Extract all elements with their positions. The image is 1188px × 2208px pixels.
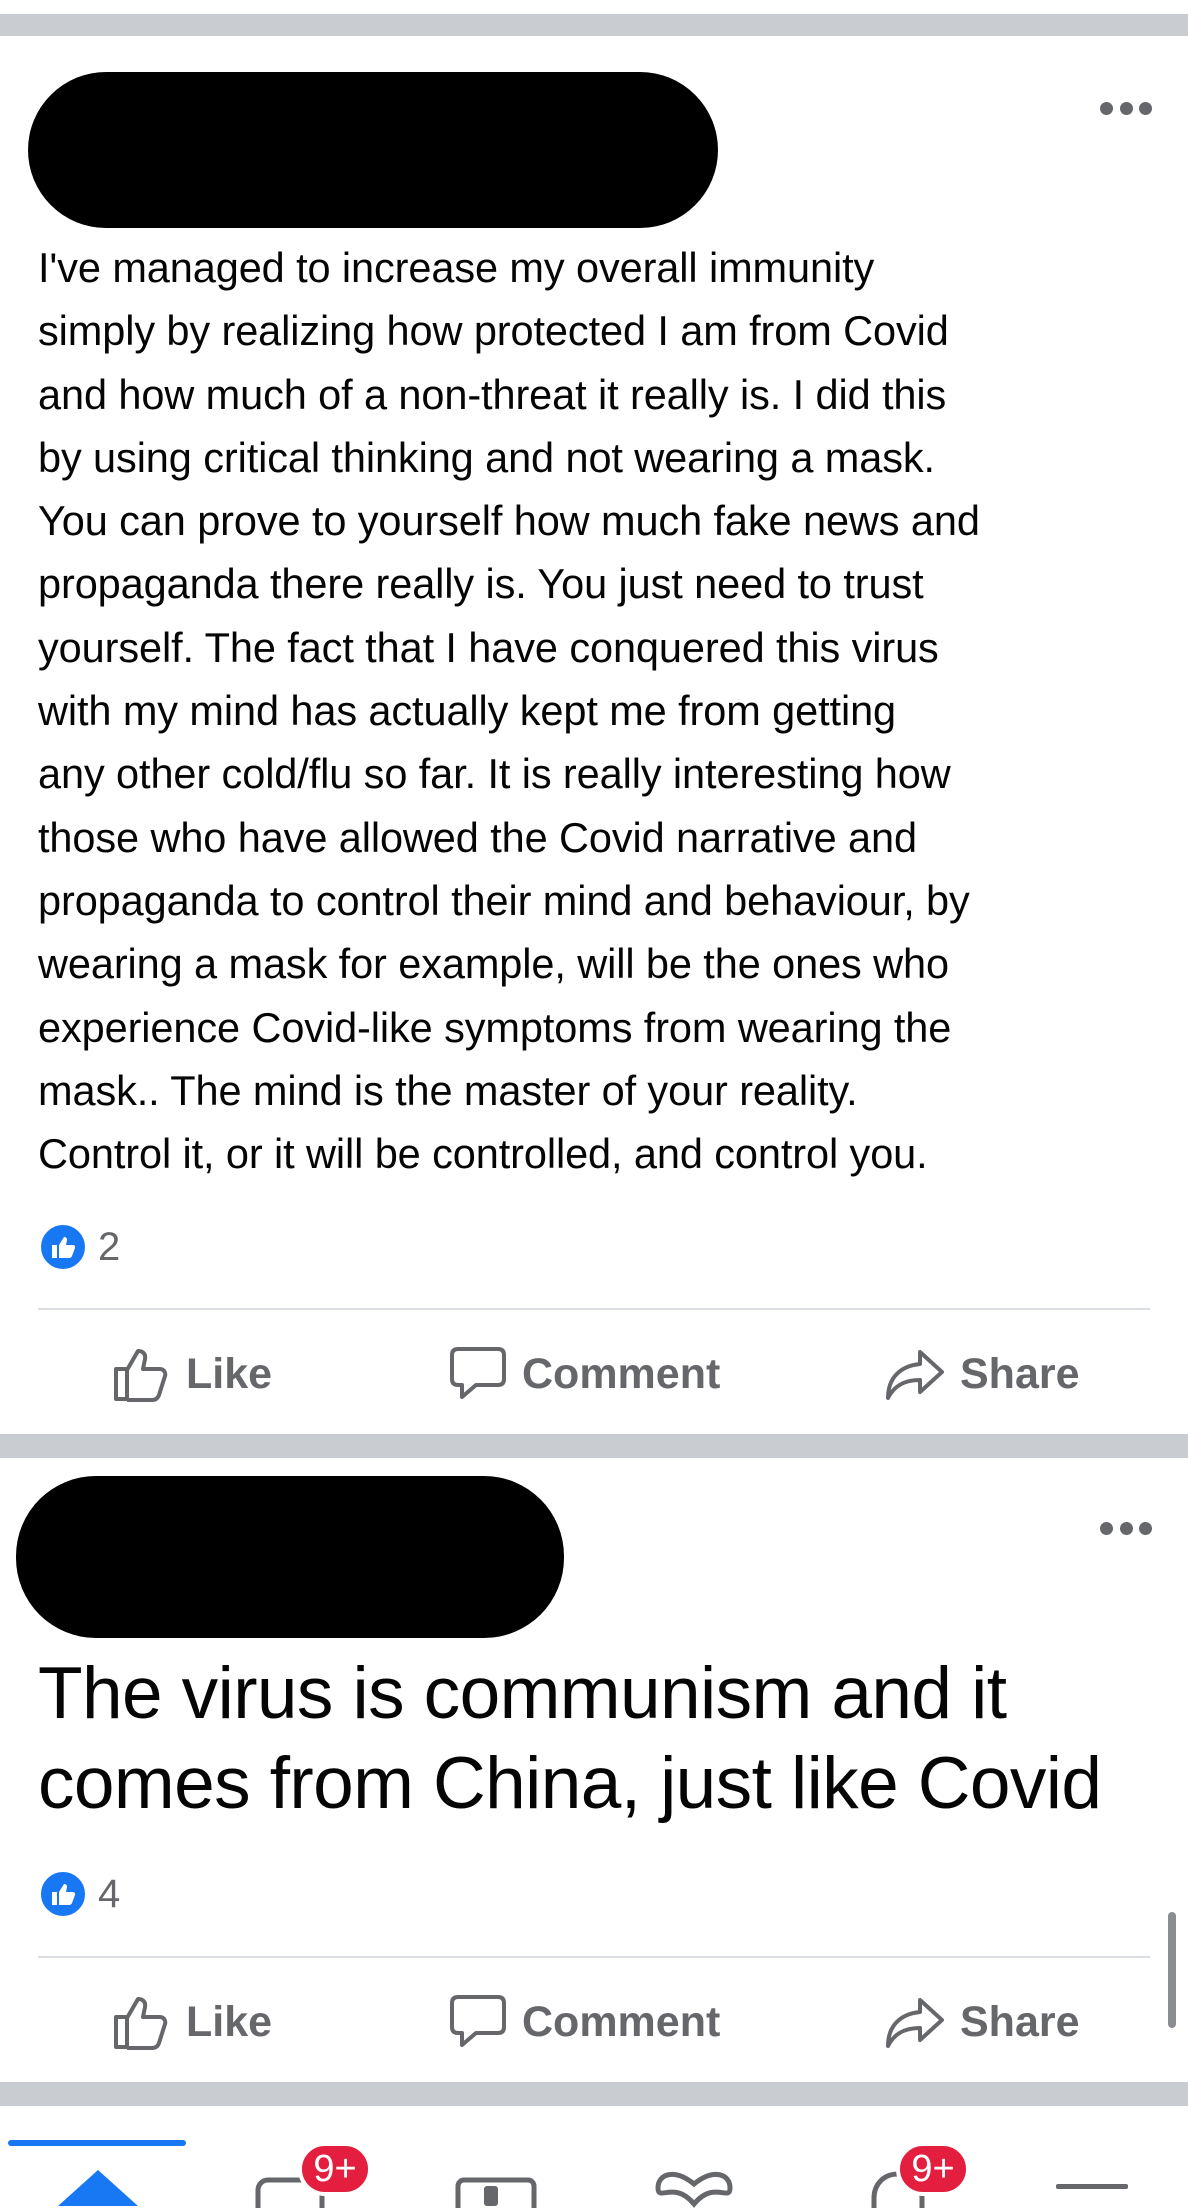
comment-button[interactable]: Comment	[448, 1982, 720, 2062]
like-label: Like	[186, 1349, 273, 1398]
nav-menu-tab[interactable]	[1052, 2136, 1132, 2208]
feed-divider-top	[0, 14, 1188, 36]
more-dot-icon	[1100, 1521, 1113, 1535]
redacted-author-header	[28, 72, 718, 228]
menu-icon	[1056, 2184, 1128, 2189]
like-button[interactable]: Like	[110, 1334, 272, 1414]
post-card-2: The virus is communism and it comes from…	[0, 1458, 1188, 2082]
dating-icon	[655, 2172, 733, 2208]
more-dot-icon	[1119, 1521, 1133, 1535]
reaction-summary[interactable]: 4	[38, 1869, 121, 1919]
notifications-badge: 9+	[896, 2142, 970, 2196]
like-reaction-icon	[38, 1222, 88, 1272]
watch-notification-badge: 9+	[298, 2142, 372, 2196]
bottom-navigation-bar: 9+ 9+	[0, 2136, 1188, 2208]
more-dot-icon	[1139, 1521, 1152, 1535]
share-arrow-icon	[886, 1350, 944, 1400]
marketplace-icon	[455, 2177, 537, 2208]
post-action-bar: Like Comment Share	[0, 1334, 1188, 1414]
comment-button[interactable]: Comment	[448, 1334, 720, 1414]
post-body-text: I've managed to increase my overall immu…	[38, 244, 980, 1178]
reaction-summary[interactable]: 2	[38, 1222, 121, 1272]
nav-marketplace-tab[interactable]	[452, 2136, 542, 2208]
reaction-count: 4	[98, 1871, 121, 1916]
like-label: Like	[186, 1997, 273, 2046]
nav-notifications-tab[interactable]: 9+	[862, 2136, 992, 2208]
nav-dating-tab[interactable]	[654, 2136, 734, 2208]
redacted-author-header	[16, 1476, 564, 1638]
post-options-button[interactable]	[1100, 98, 1152, 118]
post-action-bar: Like Comment Share	[0, 1982, 1188, 2062]
feed-scrollbar[interactable]	[1168, 1912, 1176, 2028]
like-button[interactable]: Like	[110, 1982, 272, 2062]
reaction-count: 2	[98, 1224, 121, 1269]
nav-watch-tab[interactable]: 9+	[250, 2136, 380, 2208]
feed-divider-middle	[0, 1434, 1188, 1458]
more-dot-icon	[1100, 101, 1113, 115]
post-separator-line	[38, 1308, 1150, 1310]
share-arrow-icon	[886, 1998, 944, 2048]
thumbs-up-icon	[114, 1997, 168, 2050]
share-button[interactable]: Share	[884, 1334, 1080, 1414]
home-icon	[58, 2170, 138, 2206]
feed-divider-bottom	[0, 2082, 1188, 2106]
post-separator-line	[38, 1956, 1150, 1958]
share-label: Share	[960, 1349, 1080, 1398]
nav-home-tab[interactable]	[50, 2136, 146, 2208]
like-reaction-icon	[38, 1869, 88, 1919]
post-options-button[interactable]	[1100, 1518, 1152, 1538]
post-card-1: I've managed to increase my overall immu…	[0, 36, 1188, 1434]
comment-bubble-icon	[450, 1347, 506, 1399]
thumbs-up-icon	[114, 1349, 168, 1402]
comment-bubble-icon	[450, 1995, 506, 2047]
share-label: Share	[960, 1997, 1080, 2046]
comment-label: Comment	[522, 1349, 721, 1398]
post-body-text: The virus is communism and it comes from…	[38, 1653, 1102, 1824]
more-dot-icon	[1119, 101, 1133, 115]
share-button[interactable]: Share	[884, 1982, 1080, 2062]
more-dot-icon	[1139, 101, 1152, 115]
comment-label: Comment	[522, 1997, 721, 2046]
